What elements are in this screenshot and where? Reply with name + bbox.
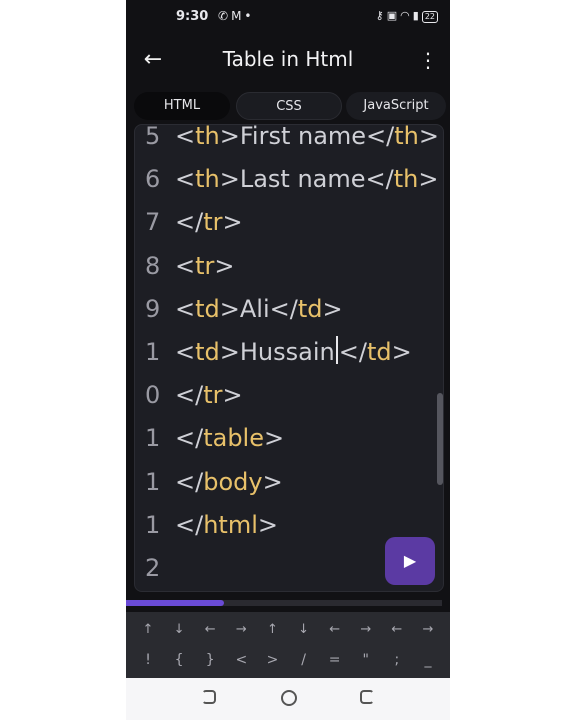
line-number: 1 — [145, 424, 161, 453]
recents-icon[interactable] — [202, 690, 216, 704]
symbol-key[interactable]: < — [227, 652, 255, 668]
arrow-key[interactable]: → — [414, 622, 442, 637]
status-right-icons: ⚷▣◠▮ 22 — [376, 9, 438, 23]
symbol-key[interactable]: ! — [134, 652, 162, 668]
progress-bar — [126, 600, 442, 606]
symbol-key[interactable]: } — [196, 652, 224, 668]
page-title: Table in Html — [222, 47, 354, 71]
code-text[interactable]: <td>Ali</td> — [175, 288, 343, 331]
cast-icon: ▣ — [386, 9, 401, 22]
line-number: 8 — [145, 251, 161, 280]
code-text[interactable]: </html> — [175, 504, 278, 547]
vpn-key-icon: ⚷ — [375, 9, 387, 22]
gmail-icon: M — [231, 9, 245, 23]
notification-icon: ✆ — [218, 9, 232, 23]
code-line[interactable]: 1 </body> — [135, 461, 443, 504]
symbol-key[interactable]: " — [352, 652, 380, 668]
keyboard-row-arrows: ↑ ↓ ← → ↑ ↓ ← → ← → — [134, 622, 442, 637]
arrow-key[interactable]: ← — [383, 622, 411, 637]
symbol-key[interactable]: _ — [414, 652, 442, 668]
back-icon[interactable] — [360, 690, 374, 704]
symbol-key[interactable]: ; — [383, 652, 411, 668]
back-arrow-icon[interactable]: ← — [140, 46, 166, 74]
app-header: ← Table in Html ⋮ — [126, 36, 450, 86]
arrow-key[interactable]: ↓ — [165, 622, 193, 637]
code-line[interactable]: 1 <td>Hussain </td> — [135, 331, 443, 374]
code-text[interactable]: <th>First name</th> — [175, 125, 439, 158]
code-text[interactable]: <tr> — [175, 245, 235, 288]
arrow-key[interactable]: ↑ — [134, 622, 162, 637]
code-line[interactable]: 1 </table> — [135, 417, 443, 460]
play-icon: ▶ — [403, 551, 417, 570]
keyboard-row-symbols: !{} < > / = "; _ — [134, 652, 442, 668]
status-bar: 9:30 ✆M• ⚷▣◠▮ 22 — [126, 0, 450, 36]
code-text[interactable]: </tr> — [175, 201, 243, 244]
code-line[interactable]: 6 <th>Last name</th> — [135, 158, 443, 201]
line-number: 1 — [145, 467, 161, 496]
code-line[interactable]: 8 <tr> — [135, 245, 443, 288]
code-text[interactable]: </body> — [175, 461, 283, 504]
wifi-icon: ◠ — [400, 9, 413, 22]
symbol-keyboard: ↑ ↓ ← → ↑ ↓ ← → ← → !{} < > / = "; _ — [126, 612, 450, 678]
arrow-key[interactable]: ↑ — [258, 622, 286, 637]
progress-fill — [126, 600, 224, 606]
code-line[interactable]: 9 <td>Ali</td> — [135, 288, 443, 331]
tab-javascript[interactable]: JavaScript — [346, 92, 446, 120]
tab-html[interactable]: HTML — [134, 92, 230, 120]
line-number: 0 — [145, 381, 161, 410]
battery-icon: 22 — [421, 11, 438, 23]
line-number: 9 — [145, 294, 161, 323]
arrow-key[interactable]: ↓ — [290, 622, 318, 637]
signal-icon: ▮ — [412, 9, 422, 22]
code-line[interactable]: 7 </tr> — [135, 201, 443, 244]
more-options-icon[interactable]: ⋮ — [418, 46, 438, 74]
code-text[interactable]: </tr> — [175, 374, 243, 417]
line-number: 1 — [145, 510, 161, 539]
code-line[interactable]: 5 <th>First name</th> — [135, 124, 443, 158]
code-editor[interactable]: 5 <th>First name</th> 6 <th>Last name</th> 7… — [134, 124, 444, 592]
symbol-key[interactable]: / — [290, 652, 318, 668]
tab-css[interactable]: CSS — [236, 92, 342, 120]
arrow-key[interactable]: → — [227, 622, 255, 637]
code-text[interactable]: <th>Last name</th> — [175, 158, 438, 201]
line-number: 5 — [145, 124, 161, 150]
arrow-key[interactable]: ← — [321, 622, 349, 637]
run-button[interactable]: ▶ — [385, 537, 435, 585]
code-line[interactable]: 0 </tr> — [135, 374, 443, 417]
status-time: 9:30 — [176, 9, 209, 24]
phone-screen: 9:30 ✆M• ⚷▣◠▮ 22 ← Table in Html ⋮ HTML C… — [126, 0, 450, 720]
code-lines: 5 <th>First name</th> 6 <th>Last name</th> 7… — [135, 124, 443, 590]
editor-tabs: HTML CSS JavaScript — [132, 92, 448, 120]
line-number: 1 — [145, 337, 161, 366]
system-nav-bar — [126, 678, 450, 720]
code-text[interactable]: <td>Hussain </td> — [175, 331, 412, 374]
code-text[interactable]: </table> — [175, 417, 284, 460]
symbol-key[interactable]: { — [165, 652, 193, 668]
dot-icon: • — [244, 9, 255, 23]
symbol-key[interactable]: = — [321, 652, 349, 668]
line-number: 7 — [145, 208, 161, 237]
editor-scrollbar[interactable] — [437, 393, 443, 485]
home-icon[interactable] — [281, 690, 297, 706]
arrow-key[interactable]: → — [352, 622, 380, 637]
text-cursor — [335, 335, 338, 364]
arrow-key[interactable]: ← — [196, 622, 224, 637]
line-number: 6 — [145, 165, 161, 194]
line-number: 2 — [145, 553, 161, 582]
symbol-key[interactable]: > — [258, 652, 286, 668]
status-left-icons: ✆M• — [218, 9, 255, 23]
